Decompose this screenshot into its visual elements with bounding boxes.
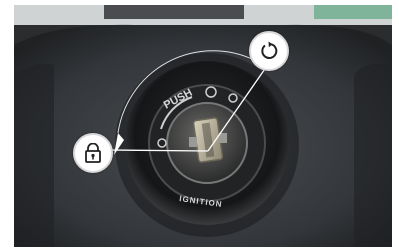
rotate-icon (261, 41, 278, 59)
lock-icon (85, 143, 101, 163)
panel-right-shadow (354, 63, 392, 247)
lock-callout (73, 133, 113, 173)
panel-left-shadow (14, 63, 54, 247)
top-cover (104, 5, 244, 19)
image-frame: PUSH IGNITION (0, 0, 399, 250)
ignition-scene: PUSH IGNITION (14, 5, 392, 247)
background-green (314, 5, 392, 19)
slot-left (189, 137, 197, 147)
rotate-callout (249, 31, 289, 71)
ignition-photo: PUSH IGNITION (14, 5, 392, 247)
